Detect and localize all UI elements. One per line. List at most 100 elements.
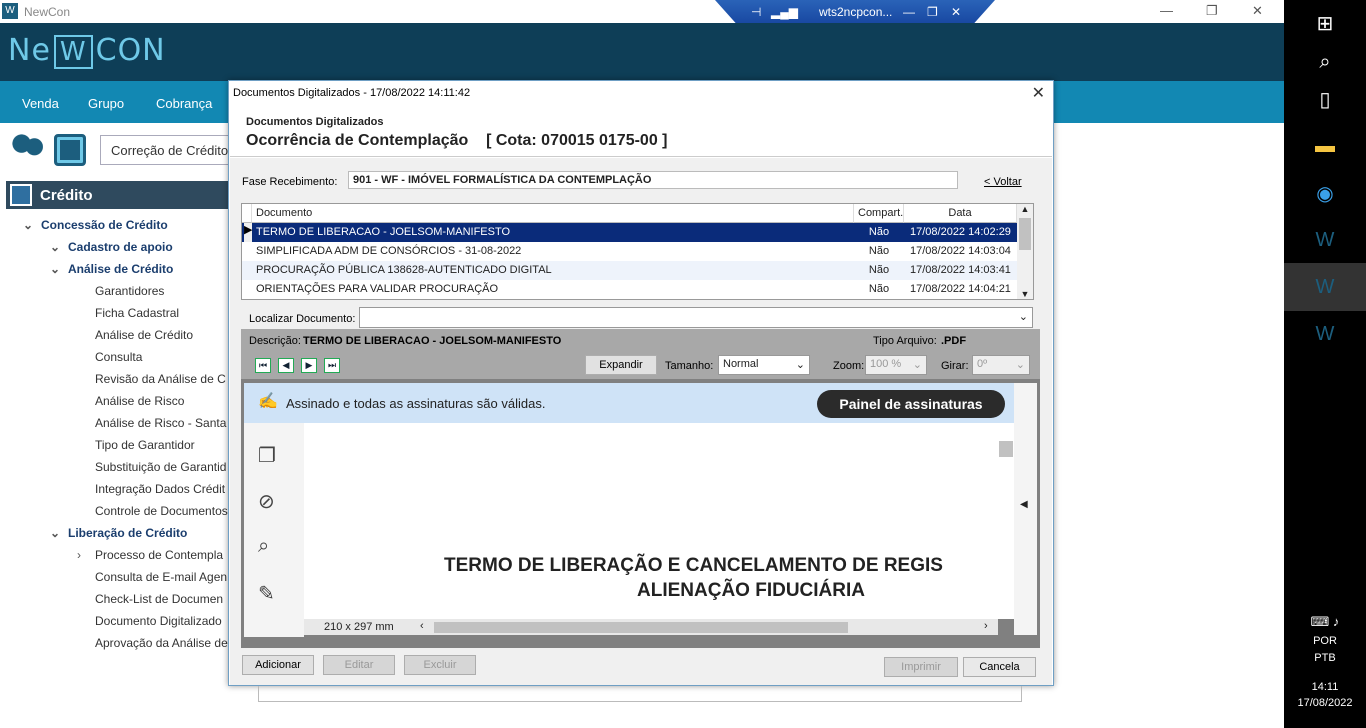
page-size-bg bbox=[244, 621, 304, 637]
editar-button[interactable]: Editar bbox=[323, 655, 395, 675]
newcon-app-icon[interactable]: W bbox=[1284, 216, 1366, 264]
tree-item[interactable]: ⌄ Análise de Crédito bbox=[50, 262, 173, 276]
imprimir-button[interactable]: Imprimir bbox=[884, 657, 958, 677]
tree-item[interactable]: Substituição de Garantid bbox=[95, 460, 226, 474]
tree-item[interactable]: Análise de Risco bbox=[95, 394, 184, 408]
tree-item[interactable]: Tipo de Garantidor bbox=[95, 438, 195, 452]
cell-documento: TERMO DE LIBERACAO - JOELSOM-MANIFESTO bbox=[256, 226, 511, 238]
tree-item[interactable]: ⌄ Concessão de Crédito bbox=[23, 218, 168, 232]
table-row[interactable]: PROCURAÇÃO PÚBLICA 138628-AUTENTICADO DI… bbox=[242, 261, 1017, 280]
tree-item[interactable]: Análise de Crédito bbox=[95, 328, 193, 342]
breadcrumb[interactable]: Correção de Crédito bbox=[100, 135, 240, 165]
file-explorer-icon[interactable]: ▬ bbox=[1284, 122, 1366, 170]
tree-item[interactable]: Controle de Documentos bbox=[95, 504, 228, 518]
restore-icon[interactable]: ❐ bbox=[1206, 3, 1218, 19]
tree-item[interactable]: Análise de Risco - Santa bbox=[95, 416, 226, 430]
network-volume-icons[interactable]: ⌨ ♪ bbox=[1284, 614, 1366, 630]
next-page-button[interactable]: ▶ bbox=[301, 358, 317, 373]
table-row[interactable]: ORIENTAÇÕES PARA VALIDAR PROCURAÇÃO Não 17… bbox=[242, 280, 1017, 299]
dialog-close-icon[interactable]: ✕ bbox=[1032, 83, 1045, 103]
expandir-button[interactable]: Expandir bbox=[585, 355, 657, 375]
chevron-icon[interactable]: ⌄ bbox=[50, 526, 60, 540]
tree-item[interactable]: › Processo de Contempla bbox=[77, 548, 223, 562]
tree-item[interactable]: Ficha Cadastral bbox=[95, 306, 179, 320]
chevron-icon[interactable]: › bbox=[77, 548, 81, 562]
excluir-button[interactable]: Excluir bbox=[404, 655, 476, 675]
rdp-restore-icon[interactable]: ❐ bbox=[927, 5, 938, 19]
tree-item-label: Consulta de E-mail Agen bbox=[95, 570, 228, 584]
clock-date[interactable]: 17/08/2022 bbox=[1284, 697, 1366, 709]
task-view-icon[interactable]: ▯ bbox=[1284, 76, 1366, 124]
localizar-label: Localizar Documento: bbox=[249, 313, 356, 325]
col-documento[interactable]: Documento bbox=[252, 204, 854, 223]
chevron-icon[interactable]: ⌄ bbox=[50, 262, 60, 276]
col-data[interactable]: Data bbox=[904, 204, 1017, 223]
tree-item[interactable]: Revisão da Análise de C bbox=[95, 372, 226, 386]
grid-scrollbar[interactable]: ▲ ▼ bbox=[1017, 204, 1033, 299]
lang-line2[interactable]: PTB bbox=[1284, 652, 1366, 664]
signature-check-icon: ✍ bbox=[258, 393, 278, 410]
menu-icon[interactable] bbox=[10, 184, 32, 206]
hscroll-thumb[interactable] bbox=[434, 622, 848, 633]
tree-item[interactable]: Integração Dados Crédit bbox=[95, 482, 225, 496]
chart-icon[interactable] bbox=[54, 134, 86, 166]
zoom-label: Zoom: bbox=[833, 360, 865, 372]
pdf-vertical-scrollbar[interactable] bbox=[998, 423, 1014, 619]
chevron-icon[interactable]: ⌄ bbox=[23, 218, 33, 232]
fase-label: Fase Recebimento: bbox=[242, 176, 338, 188]
users-icon[interactable] bbox=[12, 134, 44, 166]
chevron-icon[interactable]: ⌄ bbox=[50, 240, 60, 254]
signature-panel-button[interactable]: Painel de assinaturas bbox=[817, 390, 1005, 418]
newcon-brand-logo: Ne W CON bbox=[8, 33, 166, 69]
attachment-icon[interactable]: ⊘ bbox=[258, 489, 275, 514]
scroll-left-icon[interactable]: ‹ bbox=[420, 620, 424, 632]
pdf-right-gutter: ◀ bbox=[1014, 383, 1037, 635]
descricao-label: Descrição: bbox=[249, 335, 301, 347]
rdp-close-icon[interactable]: ✕ bbox=[951, 5, 961, 19]
lang-line1[interactable]: POR bbox=[1284, 635, 1366, 647]
zoom-select[interactable]: 100 % ⌄ bbox=[865, 355, 927, 375]
sign-icon[interactable]: ✎ bbox=[258, 581, 275, 606]
tree-item[interactable]: Documento Digitalizado bbox=[95, 614, 222, 628]
expand-left-icon[interactable]: ◀ bbox=[1020, 499, 1028, 510]
menu-cobranca[interactable]: Cobrança bbox=[156, 96, 212, 111]
col-compart[interactable]: Compart. bbox=[854, 204, 904, 223]
menu-venda[interactable]: Venda bbox=[22, 96, 59, 111]
pdf-horizontal-scrollbar[interactable]: 210 x 297 mm ‹ › bbox=[244, 619, 998, 637]
table-row[interactable]: SIMPLIFICADA ADM DE CONSÓRCIOS - 31-08-2… bbox=[242, 242, 1017, 261]
newcon-app-icon-2[interactable]: W bbox=[1284, 310, 1366, 358]
girar-select[interactable]: 0º ⌄ bbox=[972, 355, 1030, 375]
localizar-field[interactable]: ⌄ bbox=[359, 307, 1033, 328]
tree-item[interactable]: Consulta de E-mail Agen bbox=[95, 570, 227, 584]
clock-time[interactable]: 14:11 bbox=[1284, 681, 1366, 693]
table-row[interactable]: ▶ TERMO DE LIBERACAO - JOELSOM-MANIFESTO N… bbox=[242, 223, 1017, 242]
tree-item[interactable]: ⌄ Liberação de Crédito bbox=[50, 526, 187, 540]
menu-grupo[interactable]: Grupo bbox=[88, 96, 124, 111]
tree-item[interactable]: ⌄ Cadastro de apoio bbox=[50, 240, 173, 254]
tree-item-label: Análise de Risco bbox=[95, 394, 185, 408]
pages-icon[interactable]: ❐ bbox=[258, 443, 276, 468]
tree-item[interactable]: Aprovação da Análise de bbox=[95, 636, 228, 650]
prev-page-button[interactable]: ◀ bbox=[278, 358, 294, 373]
scroll-right-icon[interactable]: › bbox=[984, 620, 988, 632]
newcon-app-icon-active[interactable]: W bbox=[1284, 263, 1366, 311]
pin-icon[interactable]: ⊣ bbox=[751, 5, 761, 19]
voltar-link[interactable]: < Voltar bbox=[984, 176, 1022, 188]
first-page-button[interactable]: ⏮ bbox=[255, 358, 271, 373]
minimize-icon[interactable]: — bbox=[1160, 3, 1173, 18]
page-size: 210 x 297 mm bbox=[324, 621, 394, 633]
fase-field[interactable]: 901 - WF - IMÓVEL FORMALÍSTICA DA CONTEM… bbox=[348, 171, 958, 189]
search-icon[interactable]: ⌕ bbox=[258, 535, 269, 558]
rdp-minimize-icon[interactable]: — bbox=[903, 5, 915, 19]
cancela-button[interactable]: Cancela bbox=[963, 657, 1036, 677]
tree-item[interactable]: Check-List de Documen bbox=[95, 592, 223, 606]
pdf-heading-line1: TERMO DE LIBERAÇÃO E CANCELAMENTO DE REG… bbox=[444, 555, 943, 576]
tree-item[interactable]: Garantidores bbox=[95, 284, 164, 298]
edge-icon[interactable]: ◉ bbox=[1284, 170, 1366, 218]
close-icon[interactable]: ✕ bbox=[1252, 3, 1263, 19]
tamanho-select[interactable]: Normal ⌄ bbox=[718, 355, 810, 375]
tree-item[interactable]: Consulta bbox=[95, 350, 142, 364]
last-page-button[interactable]: ⏭ bbox=[324, 358, 340, 373]
adicionar-button[interactable]: Adicionar bbox=[242, 655, 314, 675]
cell-data: 17/08/2022 14:02:29 bbox=[910, 226, 1011, 238]
